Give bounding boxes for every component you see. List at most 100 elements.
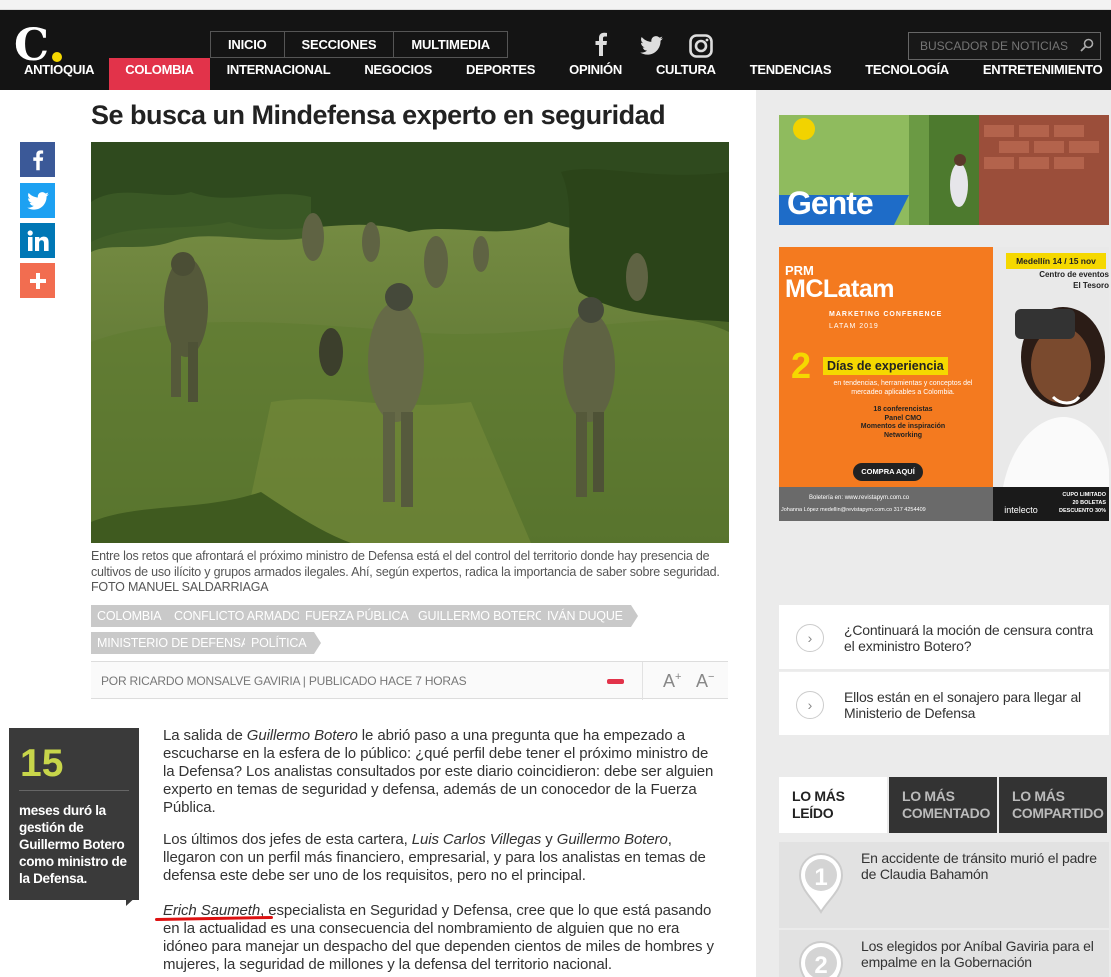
rank-badge: 2 (798, 940, 844, 977)
ranking-title: En accidente de tránsito murió el padre … (861, 850, 1097, 882)
ad-promo: CUPO LIMITADO 20 BOLETAS DESCUENTO 30% (1049, 487, 1109, 521)
ad-date: Medellín 14 / 15 nov (1006, 253, 1106, 269)
feature-line: Momentos de inspiración (860, 423, 946, 430)
byline-text: POR RICARDO MONSALVE GAVIRIA | PUBLICADO… (101, 674, 467, 688)
person-name: Luis Carlos Villegas (411, 831, 542, 848)
share-facebook-button[interactable] (20, 142, 55, 177)
person-name: Guillermo Botero (556, 831, 668, 848)
tab-mas-compartido[interactable]: LO MÁS COMPARTIDO (997, 777, 1107, 833)
ad-big-number: 2 (791, 345, 812, 386)
ranking-item-1[interactable]: 1 En accidente de tránsito murió el padr… (779, 842, 1109, 928)
ad-footer: Boletería en: www.revistapym.com.co Joha… (779, 487, 993, 521)
tag-conflicto-armado[interactable]: CONFLICTO ARMADO (168, 605, 316, 627)
ad-footer-text: Johanna López medellin@revistapym.com.co… (781, 507, 926, 513)
ranking-item-2[interactable]: 2 Los elegidos por Aníbal Gaviria para e… (779, 930, 1109, 977)
share-more-button[interactable] (20, 263, 55, 298)
instagram-icon[interactable] (689, 34, 713, 60)
ad-title: MCLatam (785, 275, 895, 303)
font-decrease-button[interactable]: A− (696, 671, 714, 692)
section-deportes[interactable]: DEPORTES (449, 58, 552, 90)
related-article-title: Ellos están en el sonajero para llegar a… (844, 689, 1081, 721)
stat-text: meses duró la gestión de Guillermo Boter… (19, 803, 127, 886)
promo-line: 20 BOLETAS (1072, 500, 1106, 506)
stat-highlight: 15 meses duró la gestión de Guillermo Bo… (9, 728, 139, 906)
ad-days: Días de experiencia (823, 357, 948, 375)
divider (642, 662, 643, 700)
top-nav-multimedia[interactable]: MULTIMEDIA (394, 32, 507, 57)
tag-ministerio-de-defensa[interactable]: MINISTERIO DE DEFENSA (91, 632, 265, 654)
rank-number: 2 (814, 952, 828, 977)
section-opinion[interactable]: OPINIÓN (552, 58, 639, 90)
linkedin-icon (27, 229, 49, 251)
mclatam-ad-banner[interactable]: Medellín 14 / 15 nov Centro de eventos El… (779, 247, 1109, 521)
twitter-icon (26, 191, 49, 210)
promo-line: DESCUENTO 30% (1059, 508, 1106, 514)
section-cultura[interactable]: CULTURA (639, 58, 733, 90)
ad-description: en tendencias, herramientas y conceptos … (833, 380, 973, 396)
ad-cta-button[interactable]: COMPRA AQUÍ (853, 463, 923, 481)
top-nav-inicio[interactable]: INICIO (211, 32, 285, 57)
byline-bar: POR RICARDO MONSALVE GAVIRIA | PUBLICADO… (91, 661, 728, 700)
promo-line: CUPO LIMITADO (1062, 492, 1106, 498)
feature-line: Networking (883, 431, 923, 439)
tag-politica[interactable]: POLÍTICA (245, 632, 322, 654)
chevron-right-icon: › (796, 624, 824, 652)
facebook-icon (32, 149, 43, 170)
tab-mas-comentado[interactable]: LO MÁS COMENTADO (887, 777, 997, 833)
top-nav: INICIO SECCIONES MULTIMEDIA (210, 31, 508, 58)
article-title: Se busca un Mindefensa experto en seguri… (91, 100, 666, 130)
feature-line: Panel CMO (884, 414, 922, 422)
font-increase-label: A (663, 671, 676, 691)
divider (19, 790, 129, 791)
section-internacional[interactable]: INTERNACIONAL (210, 58, 348, 90)
search-icon[interactable] (1080, 38, 1094, 57)
section-nav: ANTIOQUIA COLOMBIA INTERNACIONAL NEGOCIO… (0, 58, 1111, 90)
article-paragraph-3: Erich Saumeth, especialista en Seguridad… (163, 902, 723, 974)
facebook-icon[interactable] (594, 32, 608, 58)
top-nav-secciones[interactable]: SECCIONES (285, 32, 395, 57)
article-paragraph-1: La salida de Guillermo Botero le abrió p… (163, 727, 723, 817)
gente-logo: Gente (787, 185, 874, 221)
intelecto-logo: intelecto (993, 487, 1049, 521)
ad-venue: Centro de eventos El Tesoro (1019, 269, 1109, 291)
rank-badge: 1 (798, 852, 844, 919)
tab-mas-leido[interactable]: LO MÁS LEÍDO (779, 777, 887, 833)
section-colombia[interactable]: COLOMBIA (109, 58, 210, 90)
comments-indicator[interactable] (607, 679, 624, 684)
section-tendencias[interactable]: TENDENCIAS (733, 58, 849, 90)
text-span: Los últimos dos jefes de esta cartera, (163, 831, 412, 848)
section-entretenimiento[interactable]: ENTRETENIMIENTO (966, 58, 1111, 90)
related-article-1[interactable]: › ¿Continuará la moción de censura contr… (779, 605, 1109, 669)
venue-line: El Tesoro (1073, 281, 1109, 290)
section-negocios[interactable]: NEGOCIOS (347, 58, 449, 90)
share-twitter-button[interactable] (20, 183, 55, 218)
rank-number: 1 (814, 864, 828, 891)
stat-number: 15 (20, 742, 64, 785)
font-decrease-label: A (696, 671, 709, 691)
text-span: La salida de (163, 727, 247, 744)
tag-ivan-duque[interactable]: IVÁN DUQUE (541, 605, 638, 627)
chevron-right-icon: › (796, 691, 824, 719)
related-article-2[interactable]: › Ellos están en el sonajero para llegar… (779, 671, 1109, 735)
popular-tabs: LO MÁS LEÍDO LO MÁS COMENTADO LO MÁS COM… (779, 777, 1109, 833)
gente-ad-banner[interactable]: Gente (779, 115, 1109, 225)
tag-guillermo-botero[interactable]: GUILLERMO BOTERO (412, 605, 560, 627)
photo-caption: Entre los retos que afrontará el próximo… (91, 549, 720, 594)
search-input[interactable] (909, 33, 1069, 59)
browser-strip (0, 0, 1111, 10)
soldiers-in-field-image (91, 142, 729, 543)
ad-footer-text: Boletería en: www.revistapym.com.co (809, 495, 910, 501)
share-linkedin-button[interactable] (20, 223, 55, 258)
text-span: y (541, 831, 557, 848)
article-photo[interactable] (91, 142, 729, 543)
ad-features: 18 conferencistas Panel CMO Momentos de … (823, 406, 983, 440)
feature-line: 18 conferencistas (873, 406, 933, 413)
tag-fuerza-publica[interactable]: FUERZA PÚBLICA (299, 605, 424, 627)
related-article-title: ¿Continuará la moción de censura contra … (844, 622, 1094, 654)
section-antioquia[interactable]: ANTIOQUIA (0, 58, 111, 90)
ad-subtitle: MARKETING CONFERENCE (829, 311, 943, 318)
tag-colombia[interactable]: COLOMBIA (91, 605, 177, 627)
font-increase-button[interactable]: A+ (663, 671, 681, 692)
search-box (908, 32, 1101, 60)
section-tecnologia[interactable]: TECNOLOGÍA (848, 58, 966, 90)
